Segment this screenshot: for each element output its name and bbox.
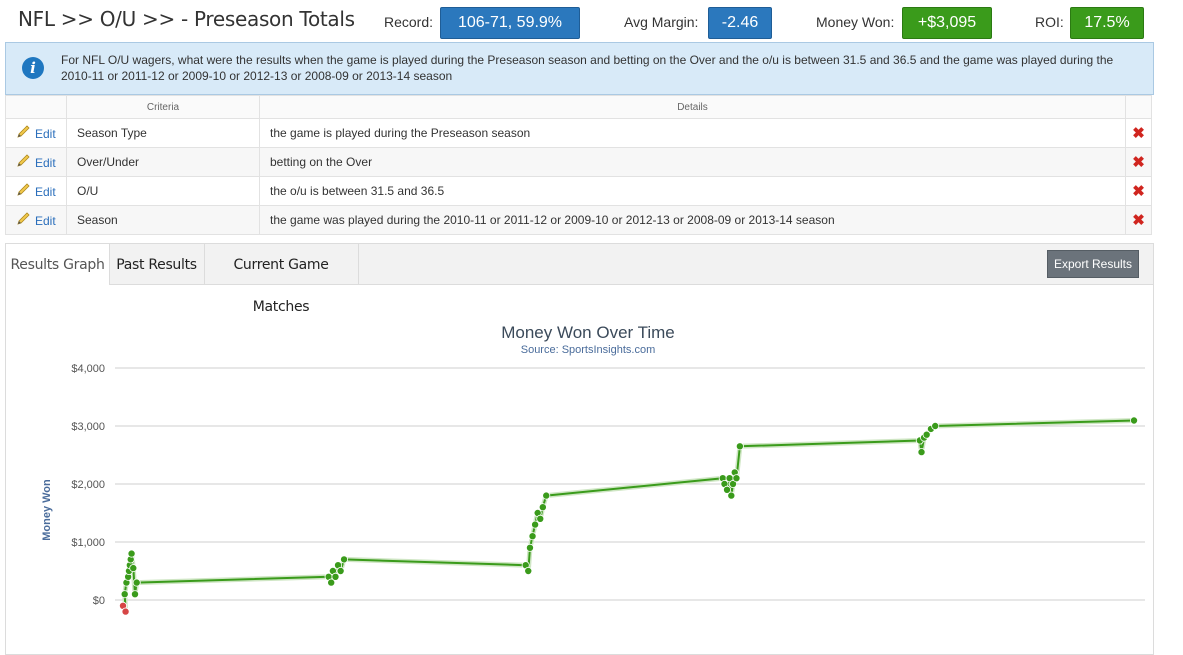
chart-subtitle: Source: SportsInsights.com <box>521 344 656 356</box>
data-point <box>525 543 534 552</box>
data-point <box>531 520 540 529</box>
series-line <box>122 419 1135 613</box>
data-point <box>331 572 340 581</box>
data-point <box>538 503 547 512</box>
data-point <box>931 421 940 430</box>
y-tick-label: $2,000 <box>71 479 105 491</box>
series-line-shadow <box>120 418 1135 615</box>
data-point <box>1130 416 1139 425</box>
y-axis-label: Money Won <box>41 479 53 541</box>
y-tick-label: $0 <box>93 595 105 607</box>
data-point <box>536 514 545 523</box>
data-point <box>528 532 537 541</box>
data-point <box>732 474 741 483</box>
chart-title: Money Won Over Time <box>501 323 675 342</box>
data-point <box>120 590 129 599</box>
data-point <box>336 567 345 576</box>
data-point <box>735 442 744 451</box>
data-point <box>542 491 551 500</box>
data-point <box>121 607 130 616</box>
data-point <box>727 491 736 500</box>
data-point <box>917 448 926 457</box>
money-won-chart: Money Won Over Time Source: SportsInsight… <box>41 323 1145 616</box>
data-point <box>524 567 533 576</box>
data-point <box>130 590 139 599</box>
data-point <box>340 555 349 564</box>
y-tick-label: $4,000 <box>71 363 105 375</box>
data-point <box>129 564 138 573</box>
y-tick-label: $3,000 <box>71 421 105 433</box>
data-point <box>132 578 141 587</box>
y-tick-label: $1,000 <box>71 537 105 549</box>
data-point <box>127 549 136 558</box>
